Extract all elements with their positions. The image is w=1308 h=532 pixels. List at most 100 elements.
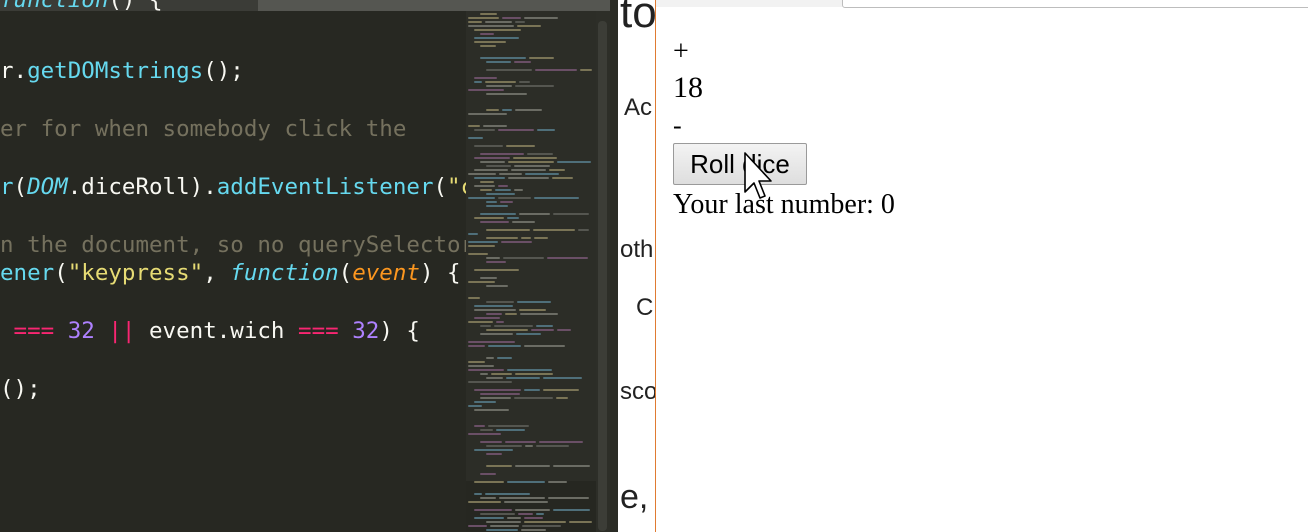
- minimap-line: [480, 181, 494, 183]
- minimap-line: [468, 17, 499, 19]
- minimap-line: [534, 237, 548, 239]
- minimap-line: [480, 45, 496, 47]
- minimap-line: [474, 305, 513, 307]
- code-line: === 32 || event.wich === 32) {: [0, 317, 420, 346]
- minimap-line: [486, 521, 521, 523]
- minimap-line: [480, 13, 497, 15]
- code-token: event.wich: [135, 318, 299, 344]
- minimap-line: [507, 369, 552, 371]
- minimap-line: [539, 441, 583, 443]
- address-bar[interactable]: [842, 0, 1308, 8]
- arrow-cursor-icon: [744, 152, 772, 199]
- code-token: r: [0, 174, 14, 200]
- code-token: (: [13, 174, 28, 200]
- minimap-line: [518, 513, 533, 515]
- doc-fragment: e,: [620, 478, 649, 516]
- minus-label: -: [673, 111, 682, 140]
- editor-scrollbar[interactable]: [596, 11, 610, 532]
- minimap-line: [486, 193, 515, 195]
- minimap-line: [519, 309, 546, 311]
- code-line: r(DOM.diceRoll).addEventListener("cl: [0, 173, 466, 202]
- minimap-line: [486, 69, 532, 71]
- minimap-line: [474, 309, 516, 311]
- minimap-line: [474, 509, 512, 511]
- minimap-line: [474, 449, 513, 451]
- desktop: function() {r.getDOMstrings(); er for whe…: [0, 0, 1308, 532]
- minimap-line: [474, 177, 505, 179]
- last-number-text: Your last number: 0: [673, 189, 895, 220]
- minimap-line: [468, 341, 515, 343]
- code-token: () {: [108, 0, 163, 13]
- code-token: ||: [108, 318, 136, 344]
- minimap-line: [480, 373, 488, 375]
- minimap-line: [525, 445, 533, 447]
- minimap-line: [553, 465, 590, 467]
- code-token: .diceRoll).: [67, 174, 217, 200]
- doc-fragment: to: [620, 0, 655, 37]
- minimap-line: [504, 501, 548, 503]
- minimap-line: [486, 377, 503, 379]
- minimap-line: [536, 325, 553, 327]
- code-token: 32: [352, 318, 380, 344]
- minimap-line: [511, 169, 546, 171]
- minimap-line: [524, 517, 543, 519]
- minimap-line: [519, 213, 550, 215]
- minimap-line: [497, 357, 512, 359]
- minimap-line: [474, 217, 504, 219]
- minimap-line: [468, 369, 504, 371]
- code-area[interactable]: function() {r.getDOMstrings(); er for whe…: [0, 0, 466, 532]
- minimap-line: [485, 81, 516, 83]
- code-line: er for when somebody click the: [0, 115, 406, 144]
- minimap-line: [524, 521, 566, 523]
- minimap-line: [502, 109, 512, 111]
- minimap-line: [514, 397, 553, 399]
- minimap-line: [474, 517, 504, 519]
- minimap-line: [536, 513, 544, 515]
- minimap-line: [480, 397, 511, 399]
- scroll-thumb[interactable]: [598, 21, 607, 531]
- minimap-line: [507, 217, 519, 219]
- roll-dice-button[interactable]: Roll dice: [673, 143, 807, 185]
- minimap-line: [519, 81, 530, 83]
- minimap-line: [480, 153, 524, 155]
- minimap-line: [480, 497, 496, 499]
- minimap[interactable]: [466, 11, 596, 532]
- minimap-line: [474, 401, 496, 403]
- minimap-line: [486, 453, 502, 455]
- minimap-line: [468, 125, 480, 127]
- code-token: ener: [0, 260, 55, 286]
- browser-toolbar: [656, 0, 1308, 8]
- minimap-line: [468, 21, 482, 23]
- minimap-line: [486, 301, 514, 303]
- minimap-line: [514, 61, 531, 63]
- minimap-line: [515, 373, 553, 375]
- minimap-line: [521, 237, 531, 239]
- minimap-line: [474, 145, 503, 147]
- minimap-line: [516, 333, 541, 335]
- minimap-line: [503, 257, 544, 259]
- minimap-line: [480, 277, 497, 279]
- minimap-line: [535, 69, 577, 71]
- background-document: to Ac oth C sco e,: [618, 0, 655, 532]
- minimap-line: [515, 109, 542, 111]
- minimap-line: [480, 57, 526, 59]
- doc-fragment: oth: [620, 236, 654, 263]
- minimap-line: [468, 113, 507, 115]
- minimap-line: [514, 189, 523, 191]
- minimap-line: [515, 509, 550, 511]
- code-token: function: [230, 260, 339, 286]
- minimap-line: [501, 241, 532, 243]
- minimap-line: [474, 317, 500, 319]
- minimap-line: [468, 173, 496, 175]
- code-editor[interactable]: function() {r.getDOMstrings(); er for whe…: [0, 0, 618, 532]
- minimap-line: [480, 33, 494, 35]
- minimap-line: [548, 497, 589, 499]
- minimap-line: [507, 481, 545, 483]
- minimap-line: [529, 57, 554, 59]
- minimap-line: [468, 501, 501, 503]
- minimap-line: [480, 221, 509, 223]
- minimap-line: [468, 405, 482, 407]
- minimap-line: [480, 333, 513, 335]
- code-token: addEventListener: [216, 174, 434, 200]
